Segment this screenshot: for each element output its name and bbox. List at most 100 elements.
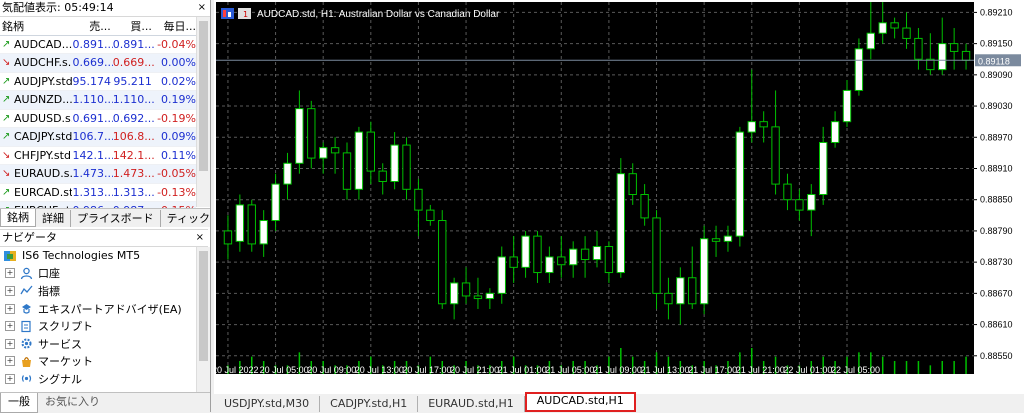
market-watch-row[interactable]: ↘EURAUD.s...1.473...1.473...-0.05%: [0, 165, 196, 184]
chart-window[interactable]: 0.89118 0.89210 0.89150 0.89090 0.89030 0.88…: [214, 0, 1024, 394]
symbol-cell[interactable]: ↗ CADJPY.std: [0, 130, 73, 143]
candle-body: [866, 32, 875, 50]
bid-cell: 1.110...: [72, 93, 113, 107]
candle[interactable]: [735, 126, 745, 247]
candle-body: [342, 152, 352, 190]
candle-body: [259, 220, 268, 245]
navigator-item[interactable]: + 口座: [0, 265, 210, 283]
market-watch-row[interactable]: ↗ AUDNZD.... 1.110... 1.110... 0.19%: [0, 91, 196, 110]
candle-body: [307, 108, 316, 159]
candle[interactable]: [616, 158, 626, 278]
candle[interactable]: [699, 225, 709, 315]
y-tick-label: 0.89030: [980, 101, 1013, 111]
expand-icon[interactable]: +: [5, 268, 15, 279]
ask-cell: 95.211: [113, 74, 152, 88]
navigator-item[interactable]: + マーケット: [0, 353, 210, 371]
chart-tab[interactable]: AUDCAD.std,H1: [524, 392, 636, 412]
ask-cell: 1.313...: [112, 185, 154, 199]
navigator-item[interactable]: + エキスパートアドバイザ(EA): [0, 300, 210, 318]
navigator-close-icon[interactable]: ×: [196, 230, 204, 246]
arrow-down-icon: ↘: [2, 168, 11, 180]
candlestick-chart[interactable]: 0.89118 0.89210 0.89150 0.89090 0.89030 0.88…: [214, 0, 1024, 394]
expand-icon[interactable]: +: [5, 303, 15, 314]
change-cell: -0.13%: [157, 185, 196, 199]
chart-tab[interactable]: EURAUD.std,H1: [418, 396, 525, 412]
navigator-item[interactable]: + 指標: [0, 282, 210, 300]
symbol-cell[interactable]: ↗ AUDJPY.std: [0, 75, 73, 88]
x-tick-label: 21 Jul 13:00: [641, 365, 690, 375]
tab-ticks[interactable]: ティック: [161, 210, 216, 227]
tab-price-board[interactable]: プライスボード: [71, 209, 161, 227]
tab-favorites[interactable]: お気に入り: [38, 393, 107, 413]
chart-title: AUDCAD.std, H1: Australian Dollar vs Can…: [257, 9, 500, 20]
symbol-cell[interactable]: ↗ AUDNZD....: [0, 93, 73, 106]
market-watch-scrollbar[interactable]: [196, 17, 210, 207]
market-watch-row[interactable]: ↘ CHFJPY.std 142.1... 142.1... 0.11%: [0, 147, 196, 165]
symbol-cell[interactable]: ↘EURAUD.s...: [0, 167, 73, 180]
signals-icon: [19, 372, 33, 386]
header-ask[interactable]: 買...: [113, 18, 154, 34]
navigator-scrollbar[interactable]: [196, 247, 210, 392]
candle[interactable]: [247, 199, 256, 252]
expert-advisors-icon: [19, 302, 33, 316]
candle-body: [938, 43, 947, 71]
x-tick-label: 22 Jul 01:00: [783, 365, 832, 375]
market-watch-row[interactable]: ↗EURCAD.std1.313...1.313...-0.13%: [0, 184, 196, 202]
header-symbol[interactable]: 銘柄: [0, 18, 73, 34]
ask-cell: 1.473...: [112, 167, 154, 181]
tab-symbols[interactable]: 銘柄: [0, 209, 36, 227]
market-watch-scroll-thumb[interactable]: [199, 21, 208, 171]
expand-icon[interactable]: +: [5, 356, 15, 367]
symbol-cell[interactable]: ↗EURCAD.std: [0, 186, 73, 199]
candle-body: [699, 238, 709, 305]
candle-body: [604, 246, 614, 274]
header-change[interactable]: 毎日...: [154, 18, 197, 34]
market-watch-row[interactable]: ↘ AUDCHF.s... 0.669... 0.669... 0.00%: [0, 54, 196, 73]
candle-body: [378, 170, 387, 182]
candle-body: [366, 131, 376, 172]
navigator-item[interactable]: + スクリプト: [0, 317, 210, 335]
candle[interactable]: [354, 126, 364, 200]
symbol-cell[interactable]: ↗ AUDCAD...: [0, 38, 73, 51]
symbol-name: AUDCAD...: [14, 37, 72, 51]
market-icon: [19, 354, 33, 368]
tab-details[interactable]: 詳細: [36, 209, 71, 227]
chart-header: 1 AUDCAD.std, H1: Australian Dollar vs C…: [221, 8, 500, 20]
chart-type-icon[interactable]: [221, 8, 234, 19]
expand-icon[interactable]: +: [5, 373, 15, 384]
market-watch-row[interactable]: ↗AUDUSD.s...0.691...0.692...-0.19%: [0, 110, 196, 128]
market-watch-row[interactable]: ↗ AUDJPY.std 95.174 95.211 0.02%: [0, 73, 196, 91]
candle-body: [295, 108, 304, 164]
market-watch-table: 銘柄 売... 買... 毎日... ↗ AUDCAD... 0.891... 0.8…: [0, 17, 196, 221]
header-bid[interactable]: 売...: [73, 18, 113, 34]
candle[interactable]: [438, 210, 447, 309]
navigator-item[interactable]: + シグナル: [0, 370, 210, 388]
candle-body: [842, 89, 852, 123]
navigator-tree: IS6 Technologies MT5 + 口座 + 指標 + エキスパートアドバイザ(…: [0, 247, 210, 411]
change-cell: -0.19%: [157, 111, 196, 125]
x-tick-label: 21 Jul 17:00: [688, 365, 737, 375]
candle-body: [271, 183, 280, 222]
market-watch-close-icon[interactable]: ×: [198, 0, 206, 16]
chart-tab[interactable]: CADJPY.std,H1: [320, 396, 419, 412]
navigator-scroll-thumb[interactable]: [199, 251, 208, 361]
chart-tab[interactable]: USDJPY.std,M30: [214, 396, 321, 412]
x-tick-label: 22 Jul 05:00: [831, 365, 880, 375]
change-cell: 0.09%: [161, 130, 196, 144]
navigator-item[interactable]: + サービス: [0, 335, 210, 353]
symbol-cell[interactable]: ↘ AUDCHF.s...: [0, 56, 73, 69]
market-watch-row[interactable]: ↗ AUDCAD... 0.891... 0.891... -0.04%: [0, 36, 196, 54]
symbol-cell[interactable]: ↘ CHFJPY.std: [0, 149, 73, 162]
navigator-root[interactable]: IS6 Technologies MT5: [0, 247, 210, 265]
expand-icon[interactable]: +: [5, 321, 15, 332]
candle-body: [473, 295, 483, 300]
expand-icon[interactable]: +: [5, 338, 15, 349]
market-watch-row[interactable]: ↗ CADJPY.std 106.7... 106.8... 0.09%: [0, 128, 196, 147]
candle-body: [557, 256, 566, 266]
navigator-item-label: マーケット: [38, 355, 93, 369]
candle[interactable]: [307, 100, 316, 169]
expand-icon[interactable]: +: [5, 285, 15, 296]
symbol-cell[interactable]: ↗AUDUSD.s...: [0, 112, 73, 125]
tab-common[interactable]: 一般: [0, 393, 38, 413]
navigator-item-label: シグナル: [38, 372, 82, 386]
